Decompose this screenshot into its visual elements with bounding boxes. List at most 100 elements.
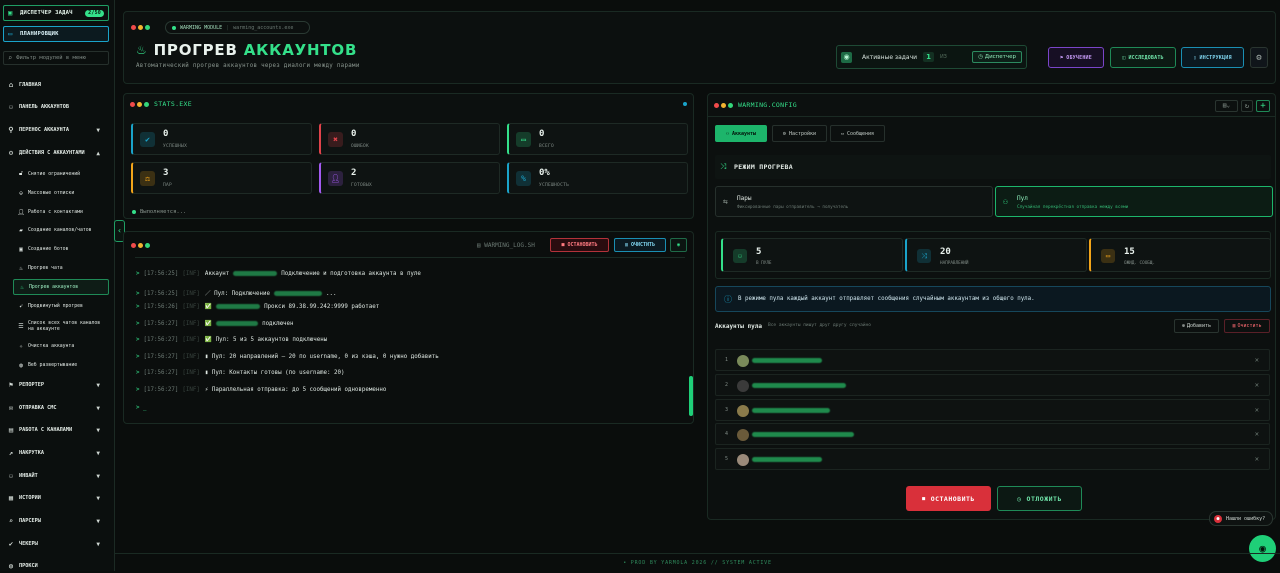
filter-placeholder: Фильтр модулей в меню <box>16 55 86 61</box>
page-subtitle: Автоматический прогрев аккаунтов через д… <box>136 63 360 69</box>
planner-button[interactable]: ▭ ПЛАНИРОВЩИК <box>3 26 109 42</box>
nav-home[interactable]: ⌂ ГЛАВНАЯ <box>0 78 114 92</box>
pool-account-row[interactable]: 2 ✕ <box>715 373 1270 396</box>
log-prefix: Аккаунт <box>204 271 230 277</box>
remove-account-icon[interactable]: ✕ <box>1255 430 1259 438</box>
pool-account-row[interactable]: 3 ✕ <box>715 398 1270 421</box>
nav-account-actions[interactable]: ⚙ ДЕЙСТВИЯ С АККАУНТАМИ ▲ <box>0 146 114 160</box>
subnav-web-deploy[interactable]: ◍ Веб развертывание <box>13 357 109 373</box>
research-icon: ◫ <box>1122 54 1126 61</box>
subnav-chat-list[interactable]: ☰ Список всех чатов каналов на аккаунте <box>13 317 109 337</box>
pool-stat-value: 20 <box>940 247 951 257</box>
task-dispatcher-button[interactable]: ▣ ДИСПЕТЧЕР ЗАДАЧ 2/50 <box>3 5 109 21</box>
nav-account-transfer[interactable]: ⚲ ПЕРЕНОС АККАУНТА ▼ <box>0 123 114 137</box>
page-title: ♨ ПРОГРЕВ АККАУНТОВ <box>136 41 357 59</box>
avatar <box>737 454 749 467</box>
stat-value: 3 <box>163 168 169 178</box>
channel-icon: ▤ <box>8 426 14 434</box>
subnav-account-cleanup[interactable]: ✧ Очистка аккаунта <box>13 338 109 354</box>
broom-icon: ✧ <box>19 342 23 350</box>
stat-card: ✖ 0 ОШИБОК <box>319 123 500 155</box>
log-timestamp: [17:56:27] <box>143 337 179 343</box>
stop-warming-button[interactable]: ■ ОСТАНОВИТЬ <box>906 486 991 511</box>
learning-button[interactable]: ⚑ ОБУЧЕНИЕ <box>1048 47 1104 68</box>
prompt-symbol: > <box>136 370 140 376</box>
postpone-button[interactable]: ◷ ОТЛОЖИТЬ <box>997 486 1082 511</box>
report-bug-button[interactable]: ● Нашли ошибку? <box>1209 511 1273 526</box>
remove-account-icon[interactable]: ✕ <box>1255 381 1259 389</box>
add-button[interactable]: + <box>1256 100 1270 112</box>
module-filter-input[interactable]: ⌕ Фильтр модулей в меню <box>3 51 109 65</box>
remove-account-icon[interactable]: ✕ <box>1255 406 1259 414</box>
title-part-a: ПРОГРЕВ <box>153 41 238 59</box>
config-window-title: WARMING.CONFIG <box>738 101 797 109</box>
refresh-button[interactable]: ↻ <box>1241 100 1253 112</box>
nav-reporter[interactable]: ⚑ РЕПОРТЕР ▼ <box>0 378 114 392</box>
pool-stat-value: 15 <box>1124 247 1135 257</box>
window-controls <box>131 25 150 30</box>
tab-accounts[interactable]: ⚇ Аккаунты <box>715 125 767 142</box>
log-scrollbar[interactable] <box>689 376 693 416</box>
info-banner: ⓘ В режиме пула каждый аккаунт отправляе… <box>715 286 1271 312</box>
settings-button[interactable]: ⚙ <box>1250 47 1268 68</box>
nav-label: НАКРУТКА <box>19 450 44 456</box>
pool-account-row[interactable]: 1 ✕ <box>715 349 1270 371</box>
running-status: Выполняется... <box>132 209 186 215</box>
clear-log-button[interactable]: ▥ ОЧИСТИТЬ <box>614 238 666 252</box>
dispatcher-button[interactable]: ◷ Диспетчер <box>972 51 1022 63</box>
instruction-button[interactable]: ▯ ИНСТРУКЦИЯ <box>1181 47 1244 68</box>
chevron-down-icon: ▼ <box>96 426 100 434</box>
nav-boost[interactable]: ↗ НАКРУТКА ▼ <box>0 446 114 460</box>
subnav-create-bots[interactable]: ▣ Создание ботов <box>13 241 109 257</box>
unlock-icon: 🔓︎ <box>19 170 23 177</box>
subnav-account-warmup[interactable]: ♨ Прогрев аккаунтов <box>13 279 109 295</box>
log-level: [INF] <box>182 337 200 343</box>
row-number: 5 <box>725 456 729 463</box>
redacted-account <box>216 320 259 326</box>
nav-invite[interactable]: ⚇ ИНВАЙТ ▼ <box>0 469 114 483</box>
nav-parsers[interactable]: ⌕ ПАРСЕРЫ ▼ <box>0 514 114 528</box>
subnav-create-channels[interactable]: ▰ Создание каналов/чатов <box>13 222 109 238</box>
user-plus-icon: ⚇ <box>8 472 14 480</box>
log-divider <box>135 252 685 258</box>
stop-log-button[interactable]: ■ ОСТАНОВИТЬ <box>550 238 609 252</box>
pool-account-row[interactable]: 5 ✕ <box>715 448 1270 471</box>
log-prompt[interactable]: > _ <box>136 405 146 411</box>
nav-label: ЧЕКЕРЫ <box>19 541 38 547</box>
log-timestamp: [17:56:27] <box>143 370 179 376</box>
subnav-remove-restrictions[interactable]: 🔓︎ Снятие ограничений <box>13 166 109 182</box>
nav-channels[interactable]: ▤ РАБОТА С КАНАЛАМИ ▼ <box>0 423 114 437</box>
remove-account-icon[interactable]: ✕ <box>1255 455 1259 463</box>
pairs-icon: ⚖ <box>140 171 155 186</box>
clear-accounts-button[interactable]: ▥ Очистить <box>1224 319 1270 333</box>
preset-dropdown[interactable]: ▤⌄ <box>1215 100 1238 112</box>
redacted-account-name <box>752 358 822 363</box>
prompt-symbol: > <box>136 337 140 343</box>
nav-stories[interactable]: ▦ ИСТОРИИ ▼ <box>0 491 114 505</box>
pool-stat-card: ⤨ 20 НАПРАВЛЕНИЙ <box>905 238 1087 272</box>
chevron-down-icon: ▼ <box>96 540 100 548</box>
subnav-chat-warmup[interactable]: ♨ Прогрев чата <box>13 260 109 276</box>
research-button[interactable]: ◫ ИССЛЕДОВАТЬ <box>1110 47 1176 68</box>
nav-accounts-panel[interactable]: ⚇ ПАНЕЛЬ АККАУНТОВ <box>0 100 114 114</box>
subnav-mass-unsubscribe[interactable]: ⊖ Массовые отписки <box>13 185 109 201</box>
book-icon: ▯ <box>1193 54 1197 61</box>
tab-messages[interactable]: ▭ Сообщения <box>830 125 885 142</box>
mode-pairs-option[interactable]: ⇆ Пары Фиксированные пары отправитель → … <box>715 186 993 217</box>
log-prefix: ✅ <box>204 304 213 310</box>
sidebar: ▣ ДИСПЕТЧЕР ЗАДАЧ 2/50 ▭ ПЛАНИРОВЩИК ⌕ Ф… <box>0 0 115 571</box>
add-account-button[interactable]: ⊕ Добавить <box>1174 319 1219 333</box>
pool-account-row[interactable]: 4 ✕ <box>715 423 1270 446</box>
nav-checkers[interactable]: ✔ ЧЕКЕРЫ ▼ <box>0 537 114 551</box>
toggle-view-button[interactable]: ◉ <box>670 238 687 252</box>
subnav-advanced-warmup[interactable]: ➹ Продвинутый прогрев <box>13 298 109 314</box>
remove-account-icon[interactable]: ✕ <box>1255 356 1259 364</box>
nav-sms[interactable]: ✉ ОТПРАВКА СМС ▼ <box>0 401 114 415</box>
mode-pool-option[interactable]: ⚇ Пул Случайная перекрёстная отправка ме… <box>995 186 1273 217</box>
subnav-contacts[interactable]: 👤︎ Работа с контактами <box>13 204 109 220</box>
flame-icon: ♨ <box>20 283 24 291</box>
chat-icon: ▭ <box>516 132 531 147</box>
tab-settings[interactable]: ⚙ Настройки <box>772 125 827 142</box>
stop-icon: ■ <box>922 495 926 502</box>
window-controls <box>131 243 150 248</box>
